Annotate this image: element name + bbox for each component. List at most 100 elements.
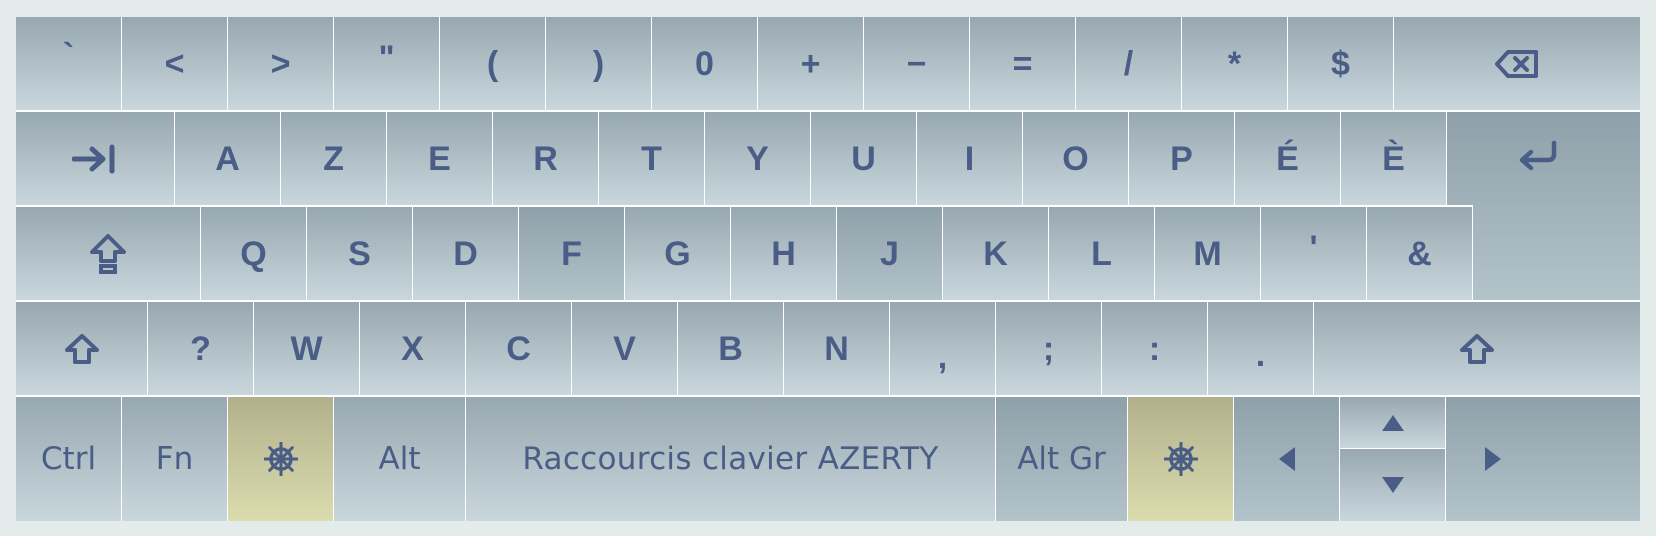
key-g[interactable]: G: [625, 207, 730, 300]
key-greater-than[interactable]: >: [228, 17, 333, 110]
key-backtick[interactable]: `: [16, 17, 121, 110]
key-e-grave[interactable]: È: [1341, 112, 1446, 205]
key-label: :: [1148, 329, 1161, 368]
key-label: (: [486, 44, 499, 83]
key-label: <: [164, 44, 185, 83]
key-label: 0: [695, 44, 714, 83]
enter-icon: [1516, 140, 1560, 172]
key-label: F: [561, 234, 582, 273]
backspace-icon: [1494, 49, 1540, 79]
key-e[interactable]: E: [387, 112, 492, 205]
key-label: Y: [746, 139, 769, 178]
key-p[interactable]: P: [1129, 112, 1234, 205]
key-space[interactable]: Raccourcis clavier AZERTY: [466, 397, 995, 521]
caps-lock-icon: [88, 233, 128, 275]
key-apostrophe[interactable]: ': [1261, 207, 1366, 300]
key-x[interactable]: X: [360, 302, 465, 395]
key-q[interactable]: Q: [201, 207, 306, 300]
key-left-shift[interactable]: [16, 302, 147, 395]
key-label: −: [906, 44, 927, 83]
ship-wheel-icon: [263, 442, 298, 476]
key-v[interactable]: V: [572, 302, 677, 395]
key-label: `: [62, 36, 75, 75]
key-alt-gr[interactable]: Alt Gr: [996, 397, 1127, 521]
key-f[interactable]: F: [519, 207, 624, 300]
key-i[interactable]: I: [917, 112, 1022, 205]
key-e-acute[interactable]: É: [1235, 112, 1340, 205]
key-n[interactable]: N: [784, 302, 889, 395]
key-u[interactable]: U: [811, 112, 916, 205]
key-label: G: [664, 234, 691, 273]
tab-icon: [72, 144, 118, 174]
key-ctrl[interactable]: Ctrl: [16, 397, 121, 521]
key-comma[interactable]: ,: [890, 302, 995, 395]
key-j[interactable]: J: [837, 207, 942, 300]
key-m[interactable]: M: [1155, 207, 1260, 300]
key-label: È: [1382, 139, 1405, 178]
key-zero[interactable]: 0: [652, 17, 757, 110]
key-t[interactable]: T: [599, 112, 704, 205]
key-period[interactable]: .: [1208, 302, 1313, 395]
key-r[interactable]: R: [493, 112, 598, 205]
key-label: M: [1193, 234, 1222, 273]
key-arrow-left[interactable]: [1234, 397, 1339, 521]
key-label: I: [964, 139, 975, 178]
key-plus[interactable]: +: [758, 17, 863, 110]
key-o[interactable]: O: [1023, 112, 1128, 205]
key-arrow-up[interactable]: [1340, 397, 1445, 448]
key-label: K: [983, 234, 1008, 273]
key-arrow-down[interactable]: [1340, 449, 1445, 521]
arrow-left-icon: [1277, 446, 1297, 472]
key-y[interactable]: Y: [705, 112, 810, 205]
key-label: R: [533, 139, 558, 178]
key-label: V: [613, 329, 636, 368]
key-alt[interactable]: Alt: [334, 397, 465, 521]
key-d[interactable]: D: [413, 207, 518, 300]
key-label: >: [270, 44, 291, 83]
key-label: H: [771, 234, 796, 273]
key-helm-left[interactable]: [228, 397, 333, 521]
key-label: J: [880, 234, 899, 273]
key-h[interactable]: H: [731, 207, 836, 300]
key-dollar[interactable]: $: [1288, 17, 1393, 110]
key-label: A: [215, 139, 240, 178]
key-label: &: [1407, 234, 1432, 273]
key-asterisk[interactable]: *: [1182, 17, 1287, 110]
key-l[interactable]: L: [1049, 207, 1154, 300]
key-close-paren[interactable]: ): [546, 17, 651, 110]
key-label: N: [824, 329, 849, 368]
key-label: ): [592, 44, 605, 83]
key-k[interactable]: K: [943, 207, 1048, 300]
key-right-shift[interactable]: [1314, 302, 1640, 395]
key-semicolon[interactable]: ;: [996, 302, 1101, 395]
key-label: O: [1062, 139, 1089, 178]
key-z[interactable]: Z: [281, 112, 386, 205]
key-caps-lock[interactable]: [16, 207, 200, 300]
key-helm-right[interactable]: [1128, 397, 1233, 521]
key-slash[interactable]: /: [1076, 17, 1181, 110]
key-ampersand[interactable]: &: [1367, 207, 1472, 300]
key-backspace[interactable]: [1394, 17, 1640, 110]
key-label: *: [1227, 44, 1242, 83]
key-b[interactable]: B: [678, 302, 783, 395]
key-arrow-right[interactable]: [1446, 397, 1640, 521]
key-a[interactable]: A: [175, 112, 280, 205]
key-open-paren[interactable]: (: [440, 17, 545, 110]
key-tab[interactable]: [16, 112, 174, 205]
key-label: W: [290, 329, 323, 368]
key-enter[interactable]: [1447, 112, 1640, 300]
key-c[interactable]: C: [466, 302, 571, 395]
key-w[interactable]: W: [254, 302, 359, 395]
key-label: X: [401, 329, 424, 368]
key-colon[interactable]: :: [1102, 302, 1207, 395]
key-fn[interactable]: Fn: [122, 397, 227, 521]
key-label: L: [1091, 234, 1112, 273]
shift-icon: [64, 333, 100, 365]
space-label: Raccourcis clavier AZERTY: [522, 441, 939, 477]
key-minus[interactable]: −: [864, 17, 969, 110]
key-double-quote[interactable]: ": [334, 17, 439, 110]
key-s[interactable]: S: [307, 207, 412, 300]
key-less-than[interactable]: <: [122, 17, 227, 110]
key-equals[interactable]: =: [970, 17, 1075, 110]
key-question[interactable]: ?: [148, 302, 253, 395]
